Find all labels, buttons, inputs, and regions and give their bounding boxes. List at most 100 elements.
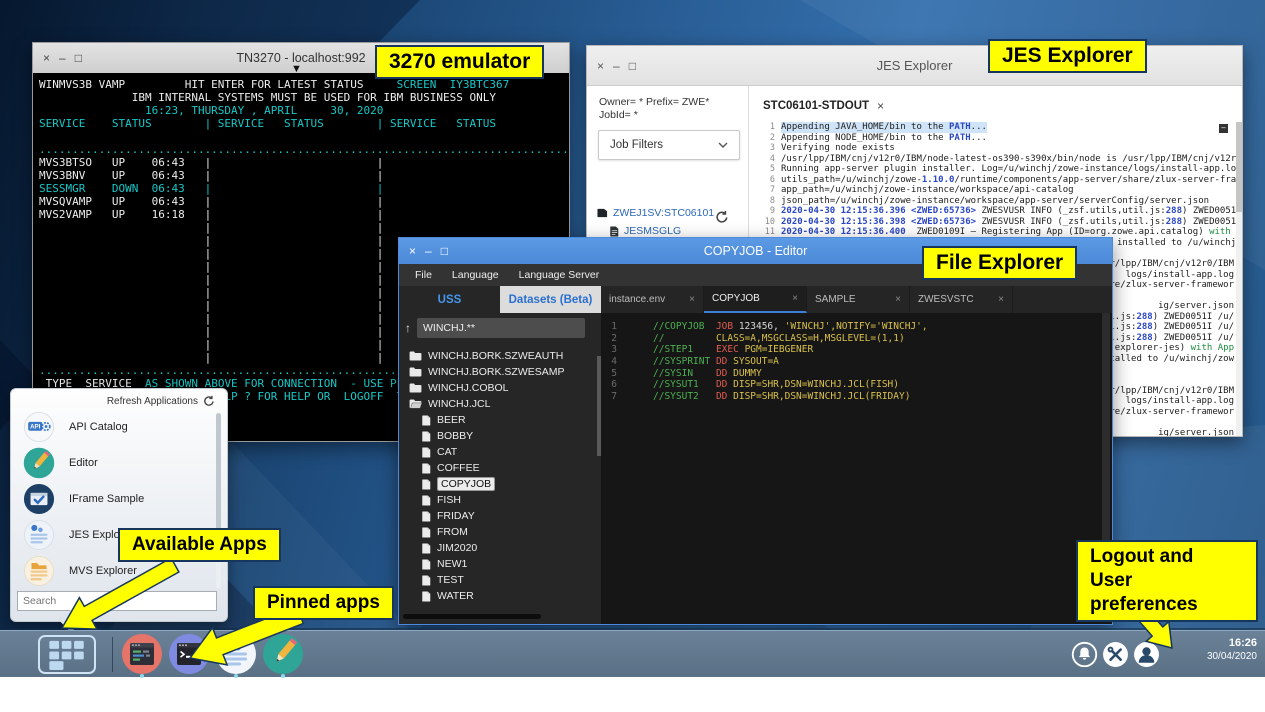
text-segment: //STEP1 bbox=[653, 344, 693, 355]
log-text: Verifying node exists bbox=[781, 143, 895, 154]
text-segment: PATH bbox=[949, 122, 971, 132]
editor-tab-label: SAMPLE bbox=[815, 294, 856, 305]
tree-item-label: NEW1 bbox=[437, 558, 467, 570]
pinned-app[interactable] bbox=[167, 633, 210, 678]
text-segment: //SYSUT2 bbox=[653, 391, 699, 402]
editor-tab[interactable]: COPYJOB× bbox=[704, 286, 807, 313]
maximize-icon[interactable]: □ bbox=[629, 60, 636, 72]
tab-datasets-beta[interactable]: Datasets (Beta) bbox=[500, 286, 601, 313]
text-segment: | | bbox=[39, 273, 383, 286]
text-segment: ) ZWED0051I /u/ bbox=[1182, 217, 1236, 227]
caret-down-icon[interactable]: ▼ bbox=[291, 63, 302, 75]
editor-tab[interactable]: SAMPLE × bbox=[807, 286, 910, 313]
pinned-app[interactable] bbox=[261, 633, 304, 678]
tree-item[interactable]: BEER bbox=[399, 412, 595, 428]
tree-item[interactable]: WINCHJ.JCL bbox=[399, 396, 595, 412]
text-segment: are/zlux-server-framewor bbox=[1104, 280, 1234, 290]
text-segment: ) ZWED0051I /u/ bbox=[1153, 322, 1234, 332]
jes-scrollbar[interactable] bbox=[1236, 122, 1242, 436]
log-text: /usr/lpp/IBM/cnj/v12r0/IBM/node-latest-o… bbox=[781, 154, 1236, 165]
tree-item[interactable]: COPYJOB bbox=[399, 476, 595, 492]
settings-tools-icon[interactable] bbox=[1102, 641, 1129, 668]
text-segment: 'WINCHJ',NOTIFY='WINCHJ', bbox=[785, 321, 928, 332]
text-segment: 2020-04-30 12:15:36.398 <ZWED:65736> bbox=[781, 217, 976, 227]
up-arrow-icon[interactable]: ↑ bbox=[405, 321, 411, 335]
code-area[interactable]: 1//COPYJOB JOB 123456, 'WINCHJ',NOTIFY='… bbox=[601, 313, 1112, 624]
terminal-line bbox=[39, 130, 569, 143]
tab-stc06101-stdout[interactable]: STC06101-STDOUT × bbox=[763, 99, 884, 113]
app-item-api-catalog[interactable]: APIAPI Catalog bbox=[11, 409, 215, 445]
code-text: //SYSIN DD DUMMY bbox=[653, 368, 762, 380]
text-segment: EXEC bbox=[716, 344, 739, 355]
text-segment: DUMMY bbox=[733, 368, 762, 379]
svg-text:API: API bbox=[30, 424, 40, 431]
line-number: 4 bbox=[601, 356, 617, 368]
pinned-app[interactable] bbox=[120, 633, 163, 678]
close-icon[interactable]: × bbox=[409, 245, 416, 257]
tree-item[interactable]: FRIDAY bbox=[399, 508, 595, 524]
maximize-icon[interactable]: □ bbox=[441, 245, 448, 257]
tree-item[interactable]: JIM2020 bbox=[399, 540, 595, 556]
tree-item[interactable]: FROM bbox=[399, 524, 595, 540]
refresh-applications-label: Refresh Applications bbox=[107, 396, 198, 407]
close-icon[interactable]: × bbox=[689, 294, 695, 305]
text-segment: SYSOUT=A bbox=[733, 356, 779, 367]
editor-tab[interactable]: ZWESVSTC× bbox=[910, 286, 1013, 313]
app-item-editor[interactable]: Editor bbox=[11, 445, 215, 481]
text-segment: ig/server.json bbox=[1158, 301, 1234, 311]
app-launcher-button[interactable] bbox=[38, 635, 96, 674]
code-text: //SYSPRINT DD SYSOUT=A bbox=[653, 356, 779, 368]
user-profile-icon[interactable] bbox=[1133, 641, 1160, 668]
close-icon[interactable]: × bbox=[43, 52, 50, 64]
minimize-icon[interactable]: – bbox=[59, 52, 66, 64]
code-line: 4 //SYSPRINT DD SYSOUT=A bbox=[601, 356, 1112, 368]
file-icon bbox=[422, 495, 431, 506]
menu-file[interactable]: File bbox=[407, 269, 440, 281]
tree-item[interactable]: CAT bbox=[399, 444, 595, 460]
tree-horizontal-scrollbar[interactable] bbox=[403, 614, 541, 619]
text-segment: | | bbox=[39, 286, 383, 299]
app-item-iframe-sample[interactable]: IFrame Sample bbox=[11, 481, 215, 517]
menu-language[interactable]: Language bbox=[444, 269, 507, 281]
terminal-line: ........................................… bbox=[39, 143, 569, 156]
tree-item[interactable]: FISH bbox=[399, 492, 595, 508]
app-search-input[interactable] bbox=[17, 591, 217, 611]
tree-item[interactable]: WINCHJ.BORK.SZWESAMP bbox=[399, 364, 595, 380]
text-segment: | | bbox=[39, 312, 383, 325]
pinned-app[interactable] bbox=[214, 633, 257, 678]
maximize-icon[interactable]: □ bbox=[75, 52, 82, 64]
taskbar-divider bbox=[112, 637, 113, 672]
menu-scrollbar[interactable] bbox=[216, 413, 221, 589]
notifications-bell-icon[interactable] bbox=[1071, 641, 1098, 668]
text-segment: 2020-04-30 12:15:36.396 <ZWED:65736> bbox=[781, 206, 976, 216]
text-segment: | | bbox=[39, 351, 383, 364]
refresh-applications-button[interactable]: Refresh Applications bbox=[107, 395, 215, 407]
running-indicator bbox=[281, 674, 285, 678]
close-icon[interactable]: × bbox=[792, 293, 798, 304]
minimize-icon[interactable]: – bbox=[425, 245, 432, 257]
tab-uss[interactable]: USS bbox=[399, 286, 500, 313]
text-segment: sr/lpp/IBM/cnj/v12r0/IBM bbox=[1104, 386, 1234, 396]
minimize-icon[interactable]: – bbox=[613, 60, 620, 72]
close-icon[interactable]: × bbox=[597, 60, 604, 72]
taskbar: 16:26 30/04/2020 bbox=[0, 630, 1265, 677]
text-segment: IBM INTERNAL SYSTEMS MUST BE USED FOR IB… bbox=[39, 91, 496, 104]
dataset-filter-input[interactable] bbox=[417, 318, 585, 338]
tree-item[interactable]: WINCHJ.BORK.SZWEAUTH bbox=[399, 348, 595, 364]
job-filters-dropdown[interactable]: Job Filters bbox=[598, 130, 740, 160]
tree-item[interactable]: WATER bbox=[399, 588, 595, 604]
refresh-icon[interactable] bbox=[715, 210, 729, 224]
close-icon[interactable]: × bbox=[895, 294, 901, 305]
text-segment: PATH bbox=[949, 133, 971, 143]
tree-item[interactable]: TEST bbox=[399, 572, 595, 588]
editor-tab[interactable]: instance.env× bbox=[601, 286, 704, 313]
menu-language-server[interactable]: Language Server bbox=[511, 269, 608, 281]
tree-item[interactable]: WINCHJ.COBOL bbox=[399, 380, 595, 396]
close-icon[interactable]: × bbox=[877, 99, 884, 113]
close-icon[interactable]: × bbox=[998, 294, 1004, 305]
tree-item[interactable]: COFFEE bbox=[399, 460, 595, 476]
tree-item[interactable]: NEW1 bbox=[399, 556, 595, 572]
text-segment: PGM=IEBGENER bbox=[745, 344, 814, 355]
folder-icon bbox=[409, 351, 422, 361]
tree-item[interactable]: BOBBY bbox=[399, 428, 595, 444]
